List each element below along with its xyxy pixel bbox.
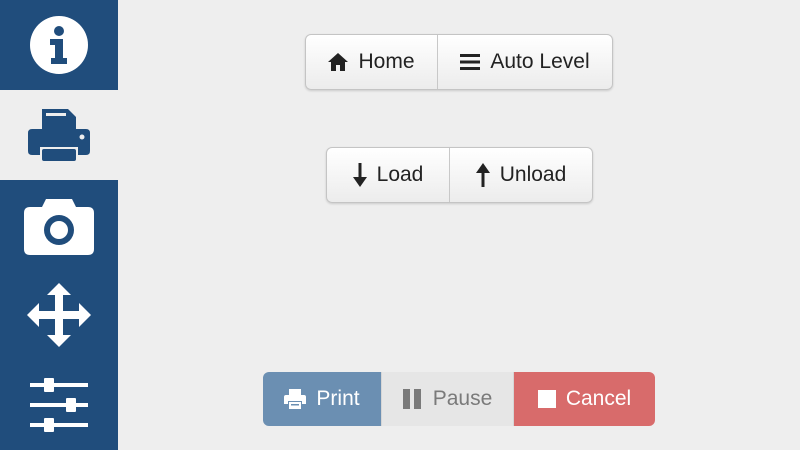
pause-button-label: Pause <box>432 387 493 410</box>
home-button[interactable]: Home <box>306 35 437 89</box>
main-panel: Home Auto Level Load Unload Print Pause … <box>118 0 800 450</box>
unload-button[interactable]: Unload <box>449 148 592 202</box>
print-button-label: Print <box>316 387 360 410</box>
sidebar-item-printer[interactable] <box>0 90 118 180</box>
auto-level-button-label: Auto Level <box>490 50 590 73</box>
move-arrows-icon <box>27 283 91 347</box>
print-controls: Print Pause Cancel <box>263 372 655 426</box>
sidebar <box>0 0 118 450</box>
print-button[interactable]: Print <box>263 372 381 426</box>
sidebar-item-camera[interactable] <box>0 180 118 270</box>
menu-bars-icon <box>460 54 481 70</box>
sidebar-item-settings[interactable] <box>0 360 118 450</box>
arrow-down-icon <box>352 163 367 187</box>
stop-icon <box>537 390 556 408</box>
arrow-up-icon <box>475 163 490 187</box>
cancel-button-label: Cancel <box>565 387 632 410</box>
load-unload-button-group: Load Unload <box>326 147 593 203</box>
load-button-label: Load <box>376 163 424 186</box>
auto-level-button[interactable]: Auto Level <box>437 35 612 89</box>
sidebar-item-info[interactable] <box>0 0 118 90</box>
home-icon <box>328 53 349 71</box>
camera-icon <box>24 195 94 255</box>
sliders-icon <box>30 377 88 433</box>
info-icon <box>30 16 88 74</box>
app-window: Home Auto Level Load Unload Print Pause … <box>0 0 800 450</box>
printer-icon <box>284 389 307 409</box>
sidebar-item-move[interactable] <box>0 270 118 360</box>
pause-icon <box>402 389 423 409</box>
cancel-button[interactable]: Cancel <box>514 372 655 426</box>
pause-button[interactable]: Pause <box>381 372 514 426</box>
home-level-button-group: Home Auto Level <box>305 34 613 90</box>
home-button-label: Home <box>358 50 415 73</box>
printer-icon <box>28 107 90 163</box>
unload-button-label: Unload <box>499 163 567 186</box>
load-button[interactable]: Load <box>327 148 449 202</box>
